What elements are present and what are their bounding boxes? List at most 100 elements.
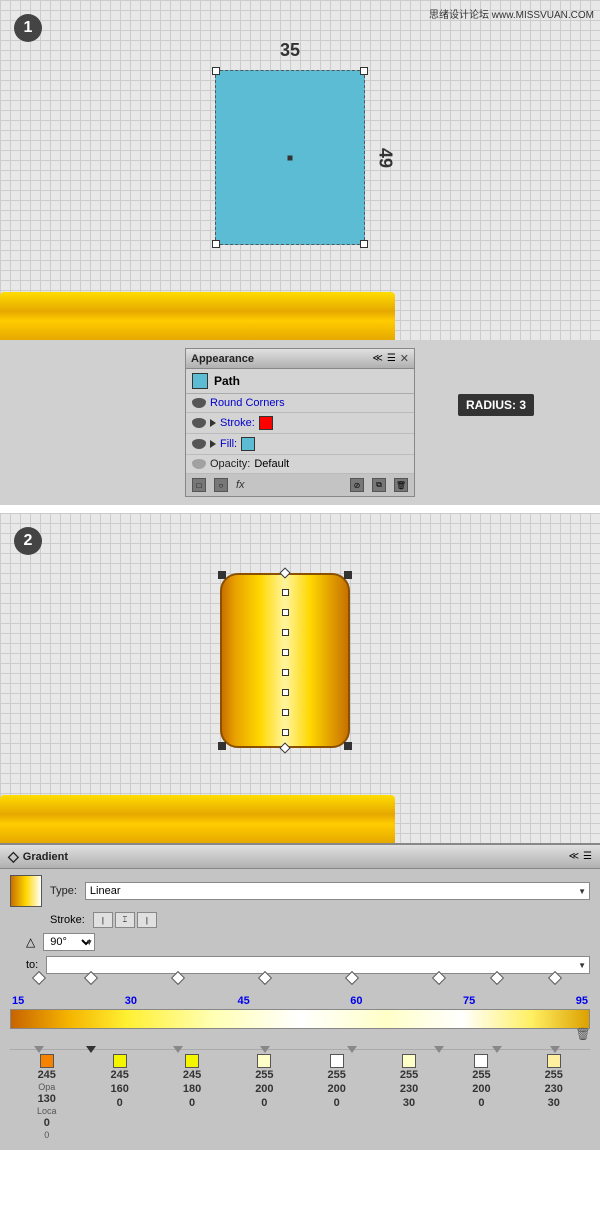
gradient-titlebar: ◇ Gradient ≪ ☰ xyxy=(0,845,600,869)
gradient-collapse-icon[interactable]: ≪ xyxy=(569,851,579,862)
eye-icon-round-corners[interactable] xyxy=(192,398,206,408)
handle-tr[interactable] xyxy=(360,67,368,75)
gradient-type-label: Type: xyxy=(50,885,77,897)
stop-swatch-7[interactable] xyxy=(474,1054,488,1068)
color-stop-group-2: 245 160 0 xyxy=(111,1054,129,1110)
stop-swatch-3[interactable] xyxy=(185,1054,199,1068)
color-values-area: 245 Opa 130 Loca 0 0 245 160 0 245 xyxy=(10,1049,590,1144)
gradient-type-select[interactable]: Linear Radial xyxy=(85,882,590,900)
footer-square-icon[interactable]: □ xyxy=(192,478,206,492)
stroke-row[interactable]: Stroke: xyxy=(186,413,414,434)
gradient-type-row: Type: Linear Radial xyxy=(10,875,590,907)
opacity-label: Opacity: xyxy=(210,458,250,470)
to-select-wrapper[interactable] xyxy=(46,956,590,974)
eye-icon-fill[interactable] xyxy=(192,439,206,449)
footer-trash-icon[interactable]: 🗑 xyxy=(394,478,408,492)
path-label: Path xyxy=(214,374,240,388)
angle-select[interactable]: 90° 0° 45° 180° xyxy=(43,933,95,951)
fill-label[interactable]: Fill: xyxy=(220,438,237,450)
path-node-2[interactable] xyxy=(282,609,289,616)
footer-fx-label[interactable]: fx xyxy=(236,479,245,491)
canvas-section-1: 1 35 49 xyxy=(0,0,600,340)
gold-handle-br[interactable] xyxy=(344,742,352,750)
stop-arrow-6[interactable] xyxy=(434,1046,444,1053)
step-1-circle: 1 xyxy=(14,14,42,42)
stroke-color-swatch[interactable] xyxy=(259,416,273,430)
to-select[interactable] xyxy=(46,956,590,974)
panel-titlebar: Appearance ≪ ☰ ✕ xyxy=(186,349,414,369)
fill-row[interactable]: Fill: xyxy=(186,434,414,455)
color-stop-group-7: 255 200 0 xyxy=(472,1054,490,1110)
path-node-4[interactable] xyxy=(282,649,289,656)
gold-handle-tl[interactable] xyxy=(218,571,226,579)
loc-val-1: 0 xyxy=(44,1130,49,1140)
path-node-1[interactable] xyxy=(282,589,289,596)
handle-br[interactable] xyxy=(360,240,368,248)
path-node-3[interactable] xyxy=(282,629,289,636)
eye-icon-stroke[interactable] xyxy=(192,418,206,428)
stop-arrow-5[interactable] xyxy=(347,1046,357,1053)
stroke-label[interactable]: Stroke: xyxy=(220,417,255,429)
stop-arrow-1[interactable] xyxy=(34,1046,44,1053)
stop-arrow-2[interactable] xyxy=(86,1046,96,1053)
gradient-angle-row: △ 90° 0° 45° 180° ▼ xyxy=(10,933,590,951)
fill-color-swatch[interactable] xyxy=(241,437,255,451)
stop-arrow-8[interactable] xyxy=(550,1046,560,1053)
stroke-icon-1[interactable]: | xyxy=(93,912,113,928)
gradient-menu-icon[interactable]: ☰ xyxy=(583,851,592,862)
panel-menu-icon[interactable]: ☰ xyxy=(387,353,396,364)
gradient-preview-swatch[interactable] xyxy=(10,875,42,907)
gradient-trash-icon[interactable]: 🗑 xyxy=(576,1027,590,1041)
handle-tl[interactable] xyxy=(212,67,220,75)
round-corners-row[interactable]: Round Corners RADIUS: 3 xyxy=(186,394,414,413)
step-2-circle: 2 xyxy=(14,527,42,555)
stop-b-3: 0 xyxy=(189,1097,195,1109)
color-stop-group-6: 255 230 30 xyxy=(400,1054,418,1110)
stop-r-7: 255 xyxy=(472,1069,490,1081)
gradient-type-select-wrapper[interactable]: Linear Radial xyxy=(85,882,590,900)
handle-bl[interactable] xyxy=(212,240,220,248)
watermark: 思绪设计论坛 www.MISSVUAN.COM xyxy=(429,6,594,21)
stop-swatch-4[interactable] xyxy=(257,1054,271,1068)
to-label: to: xyxy=(26,959,38,971)
stop-swatch-1[interactable] xyxy=(40,1054,54,1068)
footer-copy-icon[interactable]: ⧉ xyxy=(372,478,386,492)
stop-num-15: 15 xyxy=(12,995,24,1007)
gradient-track[interactable] xyxy=(10,1009,590,1029)
yellow-bar-2 xyxy=(0,795,395,843)
stroke-icon-2[interactable]: ⌶ xyxy=(115,912,135,928)
stop-arrow-3[interactable] xyxy=(173,1046,183,1053)
stop-swatch-6[interactable] xyxy=(402,1054,416,1068)
opacity-row: Opacity: Default xyxy=(186,455,414,474)
gold-handle-tr[interactable] xyxy=(344,571,352,579)
gold-handle-bl[interactable] xyxy=(218,742,226,750)
panel-collapse-icon[interactable]: ≪ xyxy=(372,353,382,364)
path-node-8[interactable] xyxy=(282,729,289,736)
stop-arrow-7[interactable] xyxy=(492,1046,502,1053)
stroke-row-label: Stroke: xyxy=(50,914,85,926)
stop-g-1: 130 xyxy=(38,1093,56,1105)
stroke-icon-3[interactable]: | xyxy=(137,912,157,928)
stop-swatch-5[interactable] xyxy=(330,1054,344,1068)
footer-circle-icon[interactable]: ○ xyxy=(214,478,228,492)
path-node-bottom[interactable] xyxy=(279,742,290,753)
stop-arrow-4[interactable] xyxy=(260,1046,270,1053)
path-node-7[interactable] xyxy=(282,709,289,716)
footer-no-icon[interactable]: ⊘ xyxy=(350,478,364,492)
fill-expand-arrow[interactable] xyxy=(210,440,216,448)
loc-label-1: Loca xyxy=(37,1106,57,1116)
panel-close-icon[interactable]: ✕ xyxy=(400,352,409,365)
stop-swatch-8[interactable] xyxy=(547,1054,561,1068)
path-node-5[interactable] xyxy=(282,669,289,676)
path-node-top[interactable] xyxy=(279,567,290,578)
path-node-6[interactable] xyxy=(282,689,289,696)
eye-icon-opacity[interactable] xyxy=(192,459,206,469)
stroke-expand-arrow[interactable] xyxy=(210,419,216,427)
color-stop-group-5: 255 200 0 xyxy=(328,1054,346,1110)
round-corners-label[interactable]: Round Corners xyxy=(210,397,285,409)
blue-rect-wrapper: 35 49 xyxy=(215,70,365,245)
stop-swatch-2[interactable] xyxy=(113,1054,127,1068)
color-stop-group-1: 245 Opa 130 Loca 0 0 xyxy=(37,1054,57,1140)
stop-g-6: 230 xyxy=(400,1083,418,1095)
color-stop-group-8: 255 230 30 xyxy=(545,1054,563,1110)
